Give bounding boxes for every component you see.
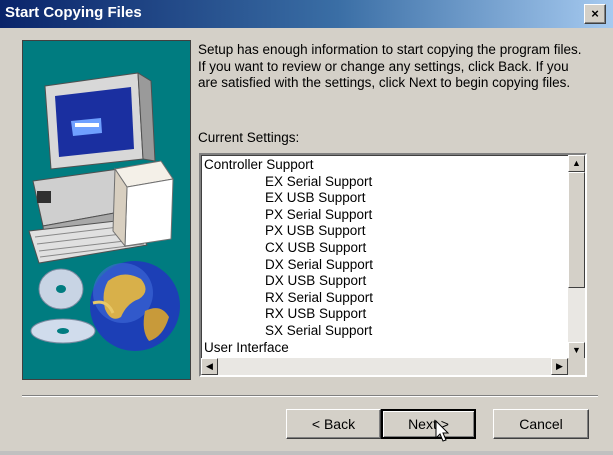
current-settings-listbox[interactable]: Controller Support EX Serial Support EX …	[199, 153, 587, 377]
settings-item: RX Serial Support	[265, 289, 374, 305]
intro-text: Setup has enough information to start co…	[198, 42, 598, 92]
intro-line: If you want to review or change any sett…	[198, 58, 569, 74]
settings-item: PX USB Support	[265, 223, 366, 239]
bottom-strip	[0, 451, 613, 455]
scroll-down-button[interactable]: ▼	[568, 342, 585, 359]
computer-and-globe-icon	[28, 72, 180, 351]
intro-line: Setup has enough information to start co…	[198, 42, 582, 57]
close-button[interactable]: ×	[584, 4, 606, 24]
cancel-button[interactable]: Cancel	[493, 409, 589, 439]
listbox-content: Controller Support EX Serial Support EX …	[201, 155, 568, 359]
intro-line: are satisfied with the settings, click N…	[198, 75, 571, 90]
settings-item: CX USB Support	[265, 239, 367, 255]
arrow-up-icon: ▲	[572, 158, 581, 168]
arrow-down-icon: ▼	[572, 345, 581, 355]
arrow-left-icon: ◀	[206, 361, 213, 371]
arrow-right-icon: ▶	[556, 361, 563, 371]
horizontal-scrollbar[interactable]: ◀ ▶	[201, 358, 568, 375]
next-button[interactable]: Next >	[381, 409, 476, 439]
settings-item: DX USB Support	[265, 273, 367, 289]
window-title: Start Copying Files	[5, 4, 142, 21]
button-separator	[22, 395, 598, 397]
settings-item: EX Serial Support	[265, 173, 373, 189]
vertical-scroll-thumb[interactable]	[568, 172, 585, 288]
settings-item: SX Serial Support	[265, 322, 373, 338]
settings-group-heading: Controller Support	[204, 157, 314, 172]
scroll-left-button[interactable]: ◀	[201, 358, 218, 375]
scroll-right-button[interactable]: ▶	[551, 358, 568, 375]
settings-item: EX USB Support	[265, 190, 366, 206]
vertical-scrollbar[interactable]: ▲ ▼	[568, 155, 585, 359]
close-icon: ×	[591, 6, 599, 21]
back-button[interactable]: < Back	[286, 409, 381, 439]
current-settings-label: Current Settings:	[198, 130, 300, 145]
settings-group-heading: User Interface	[204, 339, 289, 355]
scroll-up-button[interactable]: ▲	[568, 155, 585, 172]
scrollbar-corner	[568, 358, 585, 375]
title-bar[interactable]: Start Copying Files ×	[0, 0, 613, 28]
settings-item: DX Serial Support	[265, 256, 374, 272]
settings-item: RX USB Support	[265, 306, 367, 322]
setup-illustration	[22, 40, 191, 380]
mouse-pointer-icon	[435, 420, 450, 442]
settings-item: PX Serial Support	[265, 206, 373, 222]
